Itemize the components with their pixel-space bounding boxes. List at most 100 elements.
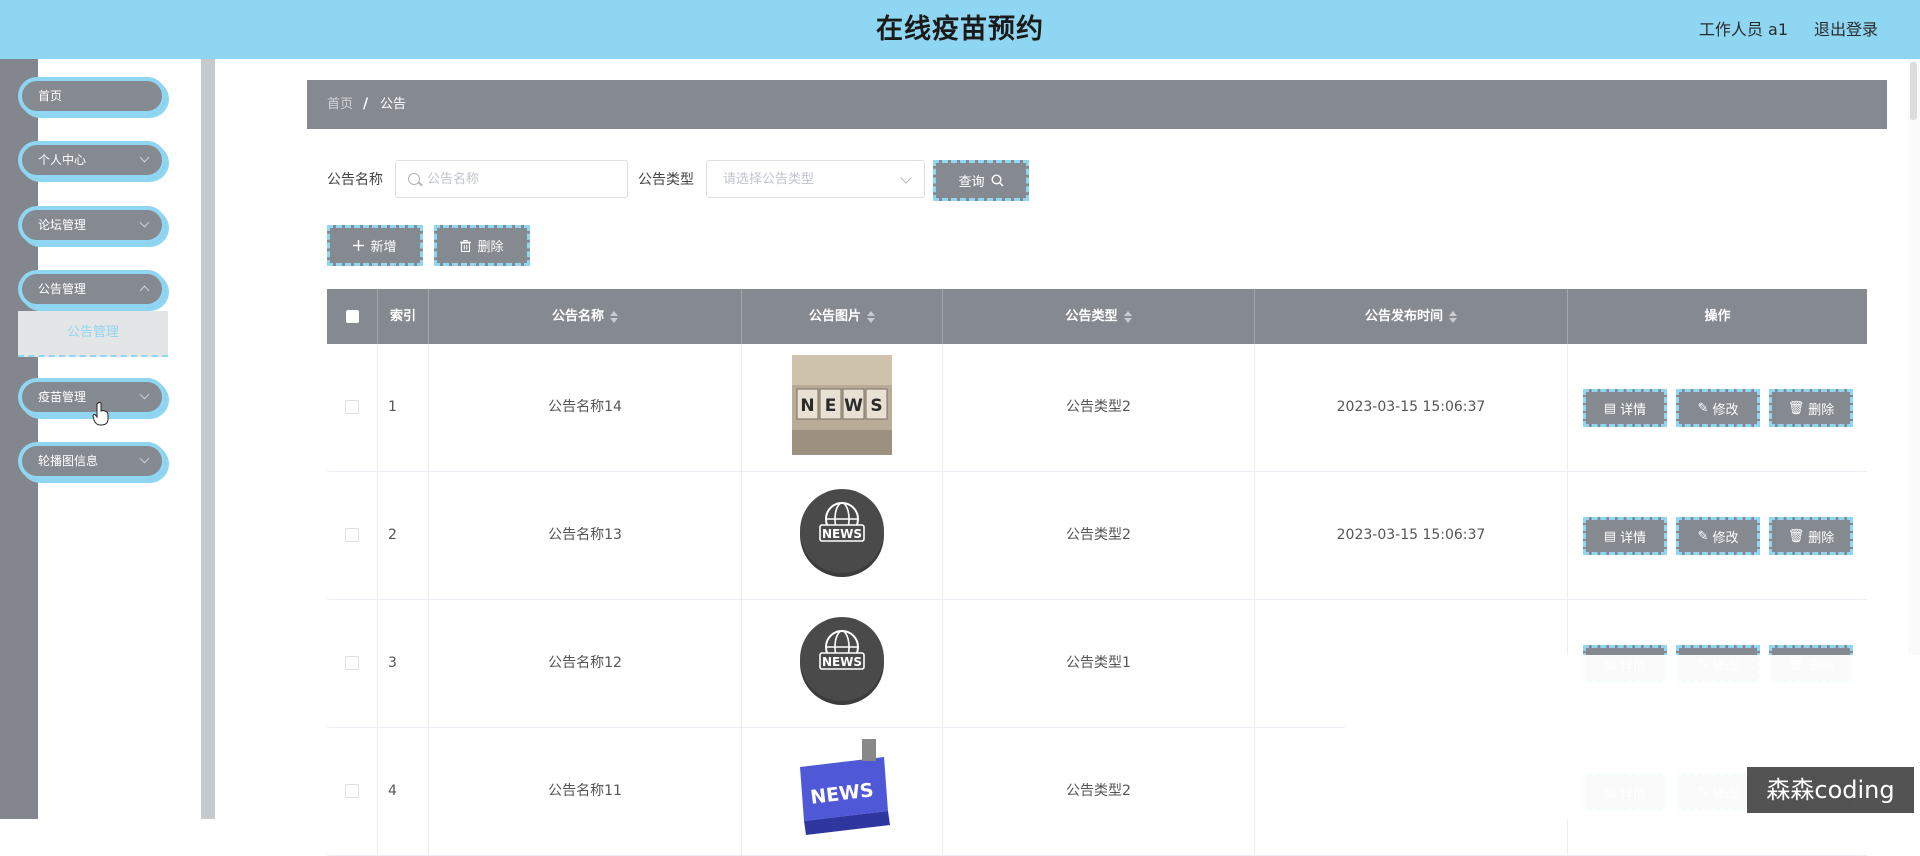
news-globe-image: NEWS [800, 489, 884, 577]
detail-button-label: 详情 [1620, 530, 1647, 546]
row-name: 公告名称11 [429, 728, 742, 855]
sidebar-item-home[interactable]: 首页 [18, 77, 166, 115]
row-checkbox[interactable] [345, 400, 359, 414]
delete-button-label: 删除 [1808, 530, 1835, 546]
sidebar-item-carousel[interactable]: 轮播图信息 [18, 442, 166, 480]
sidebar-subitem-announcements[interactable]: 公告管理 [18, 311, 168, 357]
edit-button-label: 修改 [1712, 530, 1739, 546]
scrollbar-thumb[interactable] [1910, 62, 1917, 120]
table-header: 索引 公告名称 公告图片 公告类型 公告发布时间 操作 [327, 289, 1867, 344]
watermark: 森森coding [1747, 767, 1914, 813]
select-all-cell [327, 289, 378, 344]
document-icon: ▤ [1603, 400, 1617, 416]
svg-text:S: S [870, 396, 882, 416]
edit-button[interactable]: ✎修改 [1676, 517, 1760, 555]
detail-button-label: 详情 [1620, 402, 1647, 418]
svg-text:NEWS: NEWS [822, 527, 862, 541]
batch-delete-button-label: 删除 [477, 240, 504, 255]
header-time[interactable]: 公告发布时间 [1255, 289, 1568, 344]
row-checkbox[interactable] [345, 656, 359, 670]
hand-cursor-icon [92, 401, 109, 426]
row-image-cell: N E W S [742, 344, 943, 471]
header-type-label: 公告类型 [1065, 309, 1118, 324]
top-header: 在线疫苗预约 工作人员 a1 退出登录 [0, 0, 1920, 59]
select-all-checkbox[interactable] [345, 310, 359, 323]
row-name: 公告名称13 [429, 472, 742, 599]
sidebar-item-label: 首页 [38, 89, 63, 103]
header-image[interactable]: 公告图片 [742, 289, 943, 344]
edit-button-label: 修改 [1712, 402, 1739, 418]
name-search-placeholder: 公告名称 [427, 172, 480, 187]
header-type[interactable]: 公告类型 [943, 289, 1255, 344]
news-key-image: NEWS [792, 739, 892, 839]
chevron-up-icon [139, 285, 150, 296]
row-type: 公告类型2 [943, 472, 1255, 599]
type-select[interactable]: 请选择公告类型 [706, 160, 925, 198]
row-time: 2023-03-15 15:06:37 [1255, 344, 1568, 471]
row-select-cell [327, 344, 378, 471]
news-blocks-image: N E W S [792, 355, 892, 455]
row-type: 公告类型2 [943, 728, 1255, 855]
trash-icon: 🗑 [1787, 400, 1805, 416]
sidebar-item-personal-center[interactable]: 个人中心 [18, 141, 166, 179]
row-checkbox[interactable] [345, 784, 359, 798]
news-globe-image: NEWS [800, 617, 884, 705]
pencil-icon: ✎ [1697, 400, 1709, 416]
app-title: 在线疫苗预约 [876, 14, 1044, 45]
row-image-cell: NEWS [742, 728, 943, 855]
header-name-label: 公告名称 [551, 309, 604, 324]
header-index: 索引 [378, 289, 429, 344]
svg-text:N: N [800, 396, 814, 416]
sidebar-item-forum[interactable]: 论坛管理 [18, 206, 166, 244]
row-name: 公告名称14 [429, 344, 742, 471]
delete-button[interactable]: 🗑删除 [1769, 389, 1853, 427]
breadcrumb: 首页 / 公告 [307, 80, 1887, 129]
chevron-down-icon [139, 389, 150, 400]
current-user: 工作人员 a1 [1698, 20, 1788, 39]
sidebar-item-label: 公告管理 [38, 282, 87, 296]
trash-icon [460, 239, 472, 252]
header-image-label: 公告图片 [808, 309, 861, 324]
plus-icon [353, 240, 365, 251]
sidebar-item-announcements[interactable]: 公告管理 [18, 270, 166, 308]
chevron-down-icon [900, 172, 912, 184]
detail-button[interactable]: ▤详情 [1583, 517, 1667, 555]
row-index: 3 [378, 600, 429, 727]
svg-text:E: E [825, 396, 837, 416]
search-icon [408, 173, 420, 185]
logout-link[interactable]: 退出登录 [1814, 0, 1878, 59]
sidebar-item-label: 个人中心 [38, 153, 87, 167]
row-select-cell [327, 600, 378, 727]
sort-icon [610, 310, 618, 323]
header-name[interactable]: 公告名称 [429, 289, 742, 344]
breadcrumb-home[interactable]: 首页 [327, 80, 353, 129]
query-button-label: 查询 [958, 175, 985, 190]
edit-button[interactable]: ✎修改 [1676, 389, 1760, 427]
table-row: 1 公告名称14 N E W S 公告类型2 2023-03-15 15:06:… [327, 344, 1867, 472]
sidebar-item-label: 论坛管理 [38, 218, 87, 232]
sidebar-subitem-label: 公告管理 [66, 325, 119, 340]
row-type: 公告类型2 [943, 344, 1255, 471]
search-icon [990, 174, 1003, 187]
sidebar-item-label: 轮播图信息 [38, 454, 99, 468]
svg-text:NEWS: NEWS [822, 655, 862, 669]
query-button[interactable]: 查询 [933, 160, 1029, 201]
add-button-label: 新增 [370, 240, 397, 255]
row-time: 2023-03-15 15:06:37 [1255, 472, 1568, 599]
name-search-input[interactable]: 公告名称 [395, 160, 628, 198]
batch-delete-button[interactable]: 删除 [434, 225, 530, 266]
detail-button[interactable]: ▤详情 [1583, 389, 1667, 427]
breadcrumb-current: 公告 [380, 97, 407, 112]
type-select-placeholder: 请选择公告类型 [723, 172, 815, 187]
header-time-label: 公告发布时间 [1364, 309, 1443, 324]
delete-button[interactable]: 🗑删除 [1769, 517, 1853, 555]
name-filter-label: 公告名称 [327, 172, 383, 188]
row-select-cell [327, 728, 378, 855]
row-select-cell [327, 472, 378, 599]
sidebar-divider [201, 59, 215, 819]
delete-button-label: 删除 [1808, 402, 1835, 418]
pencil-icon: ✎ [1697, 528, 1709, 544]
row-checkbox[interactable] [345, 528, 359, 542]
type-filter-label: 公告类型 [638, 172, 694, 188]
add-button[interactable]: 新增 [327, 225, 423, 266]
